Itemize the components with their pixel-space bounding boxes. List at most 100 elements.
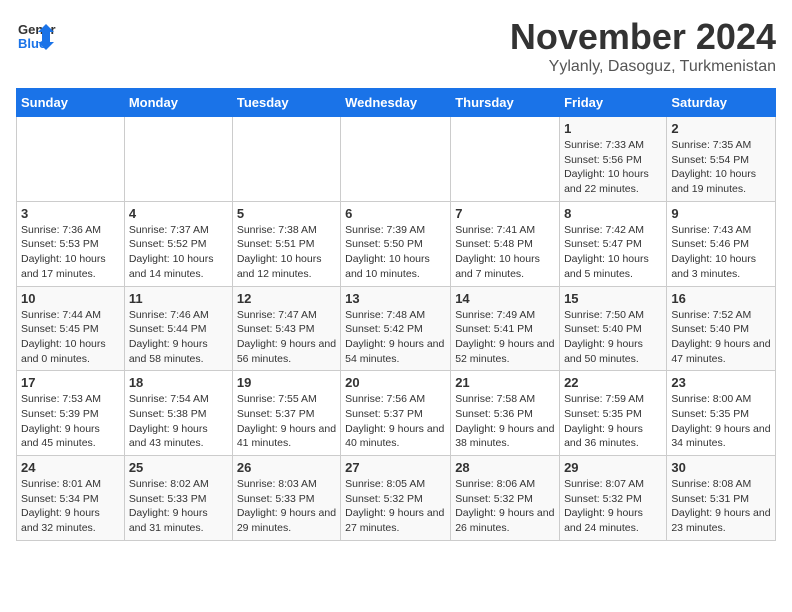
logo-icon: General Blue: [16, 16, 56, 56]
day-number: 25: [129, 460, 228, 475]
calendar-cell: 17 Sunrise: 7:53 AM Sunset: 5:39 PM Dayli…: [17, 371, 125, 456]
weekday-header-sunday: Sunday: [17, 89, 125, 117]
day-number: 19: [237, 375, 336, 390]
day-info: Sunrise: 8:02 AM Sunset: 5:33 PM Dayligh…: [129, 477, 228, 536]
day-number: 6: [345, 206, 446, 221]
day-number: 29: [564, 460, 662, 475]
day-number: 24: [21, 460, 120, 475]
day-info: Sunrise: 7:53 AM Sunset: 5:39 PM Dayligh…: [21, 392, 120, 451]
calendar-cell: 28 Sunrise: 8:06 AM Sunset: 5:32 PM Dayli…: [451, 456, 560, 541]
calendar-cell: 9 Sunrise: 7:43 AM Sunset: 5:46 PM Daylig…: [667, 201, 776, 286]
day-info: Sunrise: 7:59 AM Sunset: 5:35 PM Dayligh…: [564, 392, 662, 451]
calendar-cell: 30 Sunrise: 8:08 AM Sunset: 5:31 PM Dayli…: [667, 456, 776, 541]
calendar-cell: 5 Sunrise: 7:38 AM Sunset: 5:51 PM Daylig…: [232, 201, 340, 286]
day-info: Sunrise: 7:36 AM Sunset: 5:53 PM Dayligh…: [21, 223, 120, 282]
calendar-cell: 25 Sunrise: 8:02 AM Sunset: 5:33 PM Dayli…: [124, 456, 232, 541]
day-number: 14: [455, 291, 555, 306]
calendar-cell: 23 Sunrise: 8:00 AM Sunset: 5:35 PM Dayli…: [667, 371, 776, 456]
day-number: 17: [21, 375, 120, 390]
day-number: 21: [455, 375, 555, 390]
month-title: November 2024: [510, 16, 776, 58]
calendar-cell: [124, 117, 232, 202]
day-info: Sunrise: 7:50 AM Sunset: 5:40 PM Dayligh…: [564, 308, 662, 367]
day-info: Sunrise: 7:35 AM Sunset: 5:54 PM Dayligh…: [671, 138, 771, 197]
day-info: Sunrise: 7:46 AM Sunset: 5:44 PM Dayligh…: [129, 308, 228, 367]
calendar-cell: 13Sunrise: 7:48 AM Sunset: 5:42 PM Dayli…: [341, 286, 451, 371]
day-number: 10: [21, 291, 120, 306]
day-info: Sunrise: 7:54 AM Sunset: 5:38 PM Dayligh…: [129, 392, 228, 451]
calendar-cell: 15 Sunrise: 7:50 AM Sunset: 5:40 PM Dayli…: [560, 286, 667, 371]
weekday-header-monday: Monday: [124, 89, 232, 117]
calendar-cell: 18 Sunrise: 7:54 AM Sunset: 5:38 PM Dayli…: [124, 371, 232, 456]
calendar-cell: [17, 117, 125, 202]
day-info: Sunrise: 8:06 AM Sunset: 5:32 PM Dayligh…: [455, 477, 555, 536]
calendar-cell: 12 Sunrise: 7:47 AM Sunset: 5:43 PM Dayli…: [232, 286, 340, 371]
week-row-2: 3 Sunrise: 7:36 AM Sunset: 5:53 PM Daylig…: [17, 201, 776, 286]
title-area: November 2024 Yylanly, Dasoguz, Turkmeni…: [510, 16, 776, 76]
day-info: Sunrise: 7:38 AM Sunset: 5:51 PM Dayligh…: [237, 223, 336, 282]
day-info: Sunrise: 7:47 AM Sunset: 5:43 PM Dayligh…: [237, 308, 336, 367]
calendar-cell: 27Sunrise: 8:05 AM Sunset: 5:32 PM Dayli…: [341, 456, 451, 541]
day-info: Sunrise: 7:41 AM Sunset: 5:48 PM Dayligh…: [455, 223, 555, 282]
week-row-1: 1Sunrise: 7:33 AM Sunset: 5:56 PM Daylig…: [17, 117, 776, 202]
day-info: Sunrise: 7:52 AM Sunset: 5:40 PM Dayligh…: [671, 308, 771, 367]
calendar-cell: 8 Sunrise: 7:42 AM Sunset: 5:47 PM Daylig…: [560, 201, 667, 286]
calendar-cell: 16 Sunrise: 7:52 AM Sunset: 5:40 PM Dayli…: [667, 286, 776, 371]
weekday-header-thursday: Thursday: [451, 89, 560, 117]
day-number: 15: [564, 291, 662, 306]
calendar-cell: 21Sunrise: 7:58 AM Sunset: 5:36 PM Dayli…: [451, 371, 560, 456]
calendar-cell: 20 Sunrise: 7:56 AM Sunset: 5:37 PM Dayli…: [341, 371, 451, 456]
day-info: Sunrise: 7:43 AM Sunset: 5:46 PM Dayligh…: [671, 223, 771, 282]
day-info: Sunrise: 8:07 AM Sunset: 5:32 PM Dayligh…: [564, 477, 662, 536]
weekday-header-row: SundayMondayTuesdayWednesdayThursdayFrid…: [17, 89, 776, 117]
weekday-header-tuesday: Tuesday: [232, 89, 340, 117]
location-subtitle: Yylanly, Dasoguz, Turkmenistan: [510, 58, 776, 76]
day-number: 16: [671, 291, 771, 306]
calendar-cell: 6Sunrise: 7:39 AM Sunset: 5:50 PM Daylig…: [341, 201, 451, 286]
weekday-header-friday: Friday: [560, 89, 667, 117]
day-number: 23: [671, 375, 771, 390]
day-number: 11: [129, 291, 228, 306]
calendar-cell: [341, 117, 451, 202]
day-number: 3: [21, 206, 120, 221]
week-row-3: 10 Sunrise: 7:44 AM Sunset: 5:45 PM Dayli…: [17, 286, 776, 371]
calendar-cell: 29 Sunrise: 8:07 AM Sunset: 5:32 PM Dayli…: [560, 456, 667, 541]
day-number: 5: [237, 206, 336, 221]
calendar-cell: 1Sunrise: 7:33 AM Sunset: 5:56 PM Daylig…: [560, 117, 667, 202]
day-info: Sunrise: 8:03 AM Sunset: 5:33 PM Dayligh…: [237, 477, 336, 536]
calendar-cell: 19Sunrise: 7:55 AM Sunset: 5:37 PM Dayli…: [232, 371, 340, 456]
calendar-cell: 10 Sunrise: 7:44 AM Sunset: 5:45 PM Dayli…: [17, 286, 125, 371]
day-number: 13: [345, 291, 446, 306]
day-number: 1: [564, 121, 662, 136]
calendar-cell: 4Sunrise: 7:37 AM Sunset: 5:52 PM Daylig…: [124, 201, 232, 286]
day-number: 26: [237, 460, 336, 475]
day-info: Sunrise: 7:49 AM Sunset: 5:41 PM Dayligh…: [455, 308, 555, 367]
day-number: 18: [129, 375, 228, 390]
weekday-header-wednesday: Wednesday: [341, 89, 451, 117]
day-info: Sunrise: 7:42 AM Sunset: 5:47 PM Dayligh…: [564, 223, 662, 282]
day-number: 20: [345, 375, 446, 390]
calendar-cell: 3 Sunrise: 7:36 AM Sunset: 5:53 PM Daylig…: [17, 201, 125, 286]
day-number: 7: [455, 206, 555, 221]
calendar-cell: 24 Sunrise: 8:01 AM Sunset: 5:34 PM Dayli…: [17, 456, 125, 541]
day-number: 4: [129, 206, 228, 221]
day-info: Sunrise: 7:56 AM Sunset: 5:37 PM Dayligh…: [345, 392, 446, 451]
day-info: Sunrise: 8:08 AM Sunset: 5:31 PM Dayligh…: [671, 477, 771, 536]
day-number: 9: [671, 206, 771, 221]
day-number: 30: [671, 460, 771, 475]
calendar-cell: 22 Sunrise: 7:59 AM Sunset: 5:35 PM Dayli…: [560, 371, 667, 456]
calendar-cell: 14 Sunrise: 7:49 AM Sunset: 5:41 PM Dayli…: [451, 286, 560, 371]
day-number: 8: [564, 206, 662, 221]
day-number: 12: [237, 291, 336, 306]
day-info: Sunrise: 8:01 AM Sunset: 5:34 PM Dayligh…: [21, 477, 120, 536]
calendar-cell: 7 Sunrise: 7:41 AM Sunset: 5:48 PM Daylig…: [451, 201, 560, 286]
calendar-cell: 26 Sunrise: 8:03 AM Sunset: 5:33 PM Dayli…: [232, 456, 340, 541]
day-info: Sunrise: 7:44 AM Sunset: 5:45 PM Dayligh…: [21, 308, 120, 367]
weekday-header-saturday: Saturday: [667, 89, 776, 117]
day-info: Sunrise: 8:00 AM Sunset: 5:35 PM Dayligh…: [671, 392, 771, 451]
calendar-cell: 11 Sunrise: 7:46 AM Sunset: 5:44 PM Dayli…: [124, 286, 232, 371]
day-number: 22: [564, 375, 662, 390]
day-number: 28: [455, 460, 555, 475]
calendar-table: SundayMondayTuesdayWednesdayThursdayFrid…: [16, 88, 776, 541]
page-header: General Blue November 2024 Yylanly, Daso…: [16, 16, 776, 76]
